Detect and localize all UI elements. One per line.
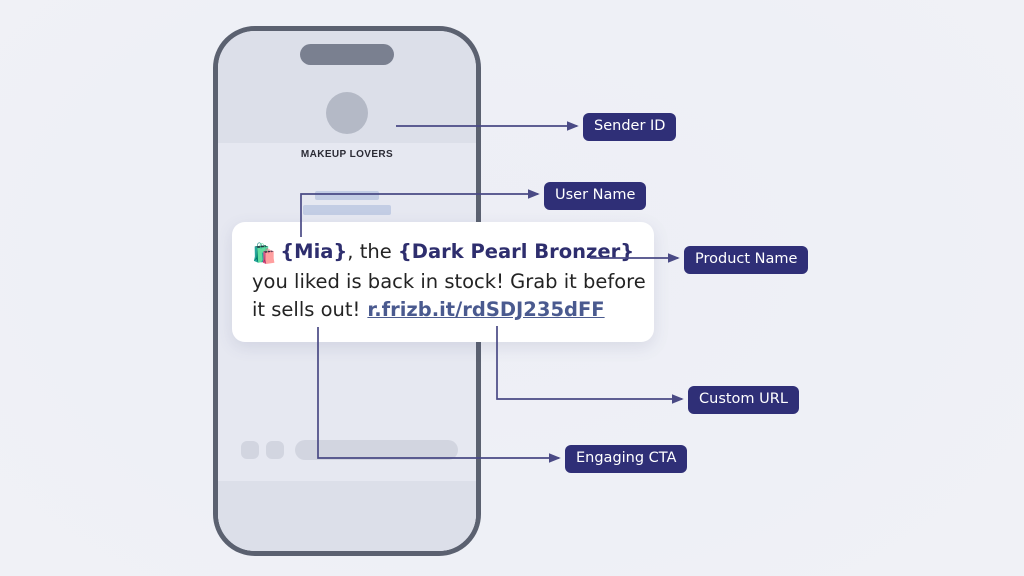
shopping-bags-emoji: 🛍️ xyxy=(252,242,277,265)
callout-badge-user-name[interactable]: User Name xyxy=(544,182,647,210)
user-name-token: {Mia} xyxy=(280,240,348,263)
placeholder-bar xyxy=(303,205,391,215)
custom-url-link[interactable]: r.frizb.it/rdSDJ235dFF xyxy=(367,298,604,321)
message-line-3: it sells out! r.frizb.it/rdSDJ235dFF xyxy=(252,296,636,324)
sms-message-bubble: 🛍️ {Mia}, the {Dark Pearl Bronzer} you li… xyxy=(232,222,654,342)
message-line-1: 🛍️ {Mia}, the {Dark Pearl Bronzer} xyxy=(252,238,636,268)
placeholder-bar xyxy=(315,191,379,200)
message-text-after-user: , the xyxy=(347,240,398,263)
phone-home-tray xyxy=(218,481,476,551)
callout-badge-sender-id[interactable]: Sender ID xyxy=(583,113,677,141)
callout-badge-product-name[interactable]: Product Name xyxy=(684,246,809,274)
infographic-canvas: MAKEUP LOVERS 🛍️ {Mia}, the {Dark Pearl B… xyxy=(0,0,1024,576)
avatar xyxy=(326,92,368,134)
notch-speaker-icon xyxy=(300,44,394,65)
message-input-field[interactable] xyxy=(295,440,458,460)
product-name-token: {Dark Pearl Bronzer} xyxy=(397,240,635,263)
composer-action-icon[interactable] xyxy=(241,441,259,459)
sender-name-label: MAKEUP LOVERS xyxy=(300,149,394,160)
message-cta-text: it sells out! xyxy=(252,298,361,321)
callout-badge-engaging-cta[interactable]: Engaging CTA xyxy=(565,445,688,473)
callout-badge-custom-url[interactable]: Custom URL xyxy=(688,386,799,414)
message-line-2: you liked is back in stock! Grab it befo… xyxy=(252,270,646,293)
composer-attach-icon[interactable] xyxy=(266,441,284,459)
